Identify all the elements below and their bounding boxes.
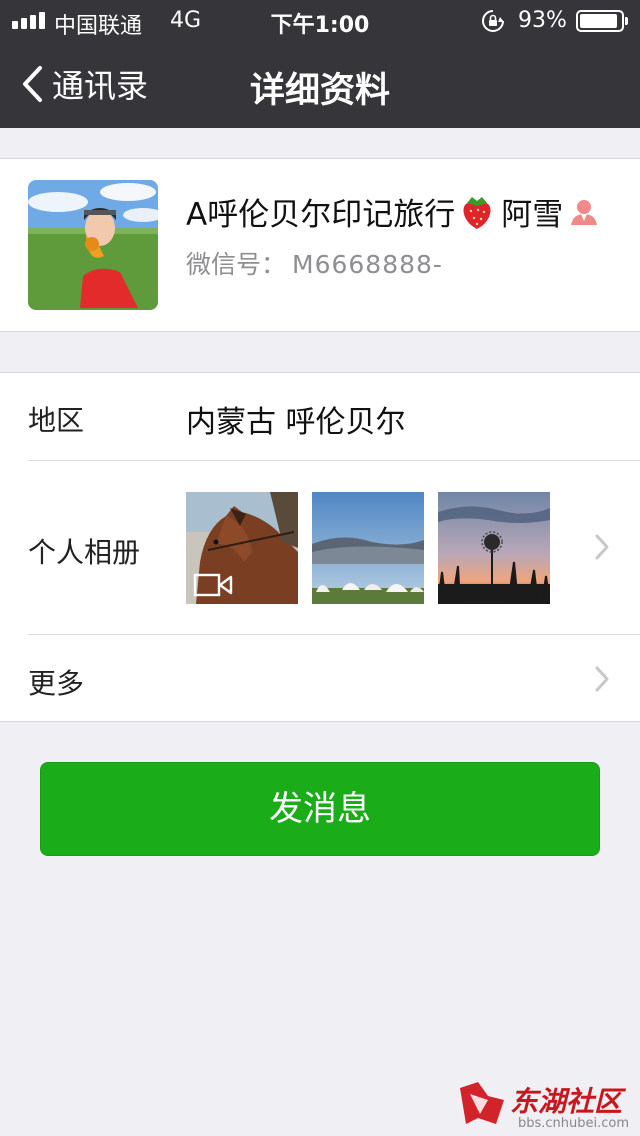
battery-fill bbox=[580, 14, 618, 28]
album-photo-dandelion[interactable] bbox=[438, 492, 550, 604]
profile-nickname: 阿雪 bbox=[501, 197, 564, 233]
profile-card: A呼伦贝尔印记旅行 阿雪 微信号： M6668888- bbox=[0, 158, 640, 332]
rotation-lock-icon bbox=[482, 10, 504, 32]
region-label: 地区 bbox=[28, 404, 85, 437]
wechat-id-label: 微信号： bbox=[186, 250, 287, 279]
strawberry-icon bbox=[463, 196, 491, 229]
wechat-id-value: M6668888- bbox=[292, 250, 443, 279]
person-icon bbox=[571, 199, 598, 225]
profile-name-row: A呼伦贝尔印记旅行 阿雪 bbox=[186, 189, 599, 234]
chevron-right-icon bbox=[595, 534, 609, 560]
album-thumbnails bbox=[186, 492, 550, 604]
album-photo-yurts[interactable] bbox=[312, 492, 424, 604]
album-label: 个人相册 bbox=[28, 536, 141, 569]
watermark-url: bbs.cnhubei.com bbox=[518, 1116, 630, 1131]
more-row[interactable]: 更多 bbox=[0, 635, 640, 723]
watermark-logo-icon bbox=[460, 1082, 504, 1124]
nav-bar: 通讯录 详细资料 bbox=[0, 40, 640, 128]
send-message-button[interactable]: 发消息 bbox=[40, 762, 600, 856]
album-photo-horse[interactable] bbox=[186, 492, 298, 604]
more-label: 更多 bbox=[28, 667, 85, 700]
profile-name: A呼伦贝尔印记旅行 bbox=[186, 197, 456, 233]
album-row[interactable]: 个人相册 bbox=[0, 461, 640, 635]
page-title: 详细资料 bbox=[249, 71, 390, 111]
chevron-right-icon bbox=[595, 666, 609, 692]
info-section: 地区 内蒙古 呼伦贝尔 个人相册 更多 bbox=[0, 372, 640, 722]
region-value: 内蒙古 呼伦贝尔 bbox=[186, 405, 406, 440]
watermark: 东湖社区 bbs.cnhubei.com bbox=[458, 1078, 638, 1134]
status-bar: 中国联通 4G 下午1:00 93% bbox=[0, 0, 640, 40]
region-row: 地区 内蒙古 呼伦贝尔 bbox=[0, 373, 640, 461]
watermark-name: 东湖社区 bbox=[510, 1085, 623, 1118]
battery-percent: 93% bbox=[518, 8, 567, 33]
video-icon bbox=[193, 573, 233, 597]
avatar[interactable] bbox=[28, 180, 158, 310]
battery-icon bbox=[576, 10, 628, 32]
wechat-id-row: 微信号： M6668888- bbox=[186, 245, 443, 281]
